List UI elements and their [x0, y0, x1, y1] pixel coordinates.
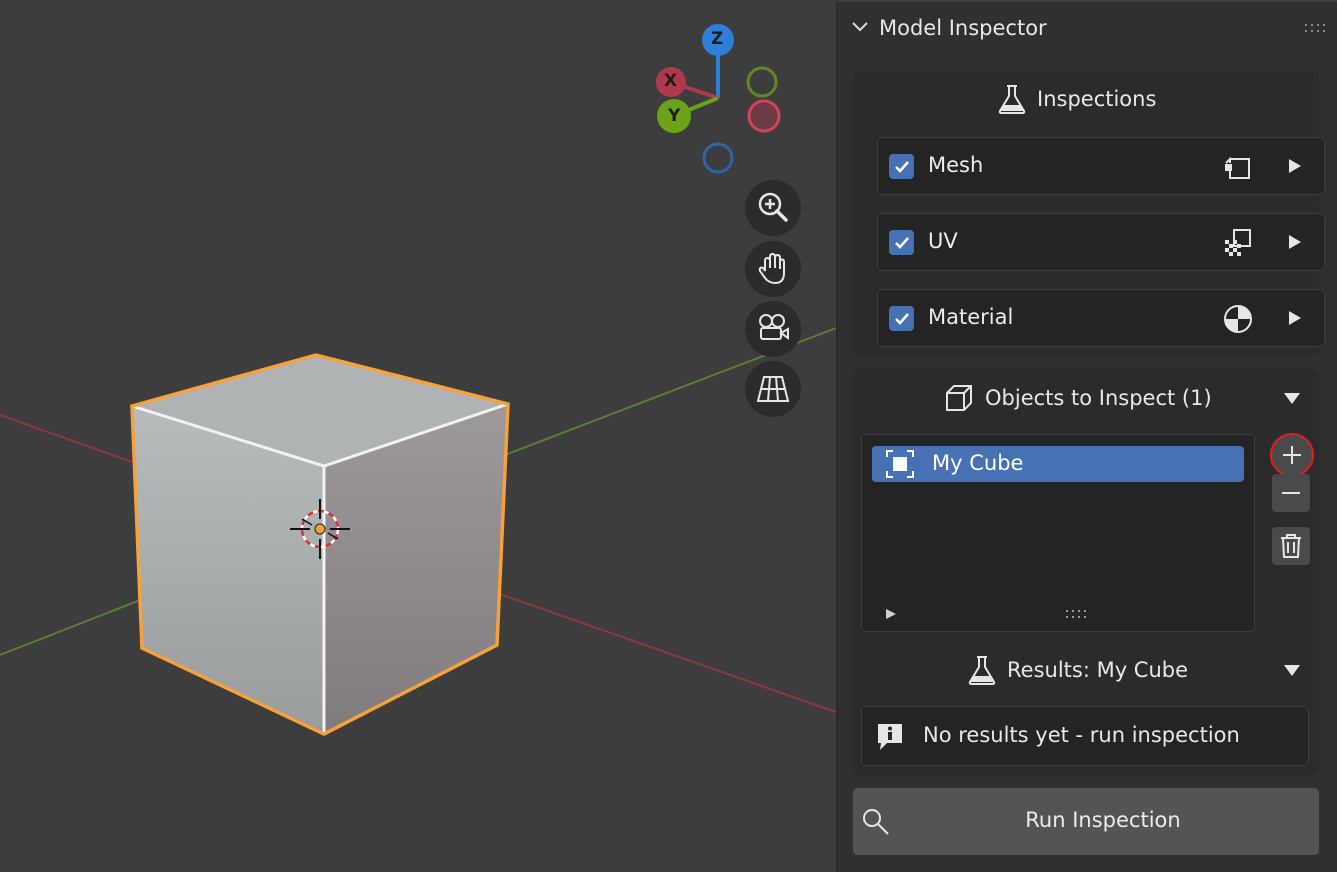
gizmo-neg-z-handle	[702, 142, 734, 174]
chevron-down-icon[interactable]	[851, 20, 869, 34]
mesh-label: Mesh	[928, 153, 984, 177]
gizmo-neg-y-handle	[746, 66, 778, 98]
inspection-row-uv[interactable]: UV	[877, 213, 1325, 271]
clear-objects-button[interactable]	[1272, 527, 1310, 565]
run-inspection-button[interactable]: Run Inspection	[853, 788, 1319, 855]
collapse-triangle-icon[interactable]	[1283, 663, 1301, 677]
drag-grip-icon[interactable]	[1305, 24, 1327, 34]
mesh-icon	[1225, 156, 1250, 179]
uv-checkbox[interactable]	[889, 230, 914, 255]
camera-icon	[759, 314, 789, 340]
uv-label: UV	[928, 229, 958, 253]
perspective-toggle-button[interactable]	[745, 361, 801, 417]
expand-arrow-icon[interactable]	[1288, 310, 1302, 326]
expand-arrow-icon[interactable]	[1288, 234, 1302, 250]
uv-checker-icon	[1225, 229, 1251, 256]
panel-header[interactable]: Model Inspector	[837, 2, 1337, 58]
my-cube-label: My Cube	[932, 451, 1024, 475]
checkmark-icon	[894, 160, 909, 173]
add-object-button[interactable]	[1270, 433, 1314, 477]
objects-title: Objects to Inspect (1)	[985, 386, 1212, 410]
gizmo-neg-x-handle	[747, 99, 781, 133]
plus-icon	[1283, 446, 1301, 464]
results-title: Results: My Cube	[1007, 658, 1189, 682]
model-inspector-panel: Model Inspector Inspections Mesh UV Mate…	[836, 2, 1337, 872]
collapse-triangle-icon[interactable]	[1283, 391, 1301, 405]
flask-icon	[968, 656, 996, 685]
perspective-grid-icon	[756, 376, 790, 402]
mesh-checkbox[interactable]	[889, 154, 914, 179]
inspections-title: Inspections	[1037, 87, 1157, 111]
object-icon	[886, 450, 914, 478]
pan-button[interactable]	[745, 241, 801, 297]
trash-icon	[1281, 534, 1301, 558]
panel-title: Model Inspector	[879, 16, 1047, 40]
results-message: No results yet - run inspection	[923, 723, 1240, 747]
inspection-row-material[interactable]: Material	[877, 289, 1325, 347]
results-header: Results: My Cube	[967, 654, 1188, 686]
inspections-section: Inspections Mesh UV Material	[853, 71, 1325, 355]
gizmo-y-label: Y	[668, 106, 681, 126]
list-resize-grip-icon[interactable]	[1066, 610, 1088, 620]
3d-viewport[interactable]: X Z Y	[0, 0, 836, 872]
material-label: Material	[928, 305, 1014, 329]
run-inspection-label: Run Inspection	[1025, 808, 1181, 832]
gizmo-z-label: Z	[711, 29, 724, 49]
objects-list[interactable]: My Cube	[861, 434, 1255, 632]
remove-object-button[interactable]	[1272, 474, 1310, 512]
flask-icon	[998, 85, 1026, 114]
list-expand-arrow-icon[interactable]	[885, 608, 897, 620]
checkmark-icon	[894, 236, 909, 249]
zoom-icon	[758, 192, 788, 222]
material-icon	[1224, 305, 1252, 333]
x-axis-line	[0, 414, 133, 463]
info-icon	[878, 724, 902, 750]
inspection-row-mesh[interactable]: Mesh	[877, 137, 1325, 195]
gizmo-x-label: X	[664, 71, 678, 91]
objects-header: Objects to Inspect (1)	[943, 382, 1212, 414]
results-message-row: No results yet - run inspection	[861, 706, 1309, 766]
expand-arrow-icon[interactable]	[1288, 158, 1302, 174]
material-checkbox[interactable]	[889, 306, 914, 331]
hand-icon	[758, 252, 785, 285]
cube-outline-icon	[946, 385, 972, 411]
camera-view-button[interactable]	[745, 301, 801, 357]
list-item-my-cube[interactable]: My Cube	[872, 446, 1244, 482]
minus-icon	[1282, 492, 1300, 494]
zoom-button[interactable]	[745, 180, 801, 236]
checkmark-icon	[894, 312, 909, 325]
inspections-header: Inspections	[997, 83, 1156, 115]
